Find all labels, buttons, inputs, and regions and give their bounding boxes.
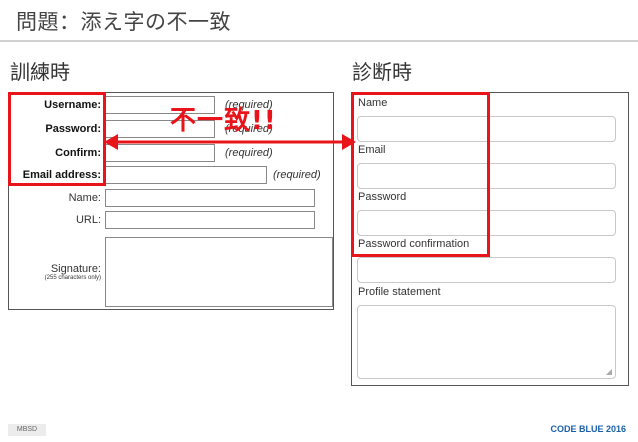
resize-grip-icon[interactable]: ◢ [606,367,612,376]
training-labels-highlight [8,92,106,186]
form-row-name: Name: [9,189,333,209]
email-address-field[interactable] [105,166,267,184]
signature-note: (255 characters only) [44,275,101,281]
footer-event-label: CODE BLUE 2016 [550,424,626,434]
signature-textarea[interactable] [105,237,333,307]
name-field[interactable] [105,189,315,207]
name-label: Name: [68,192,101,204]
training-heading: 訓練時 [10,60,70,84]
url-label: URL: [75,214,101,226]
signature-label: Signature: [50,263,101,275]
password-confirmation-input[interactable] [357,257,616,283]
footer-logo-badge: MBSD [8,424,46,436]
title-divider [0,40,638,42]
form-row-url: URL: [9,211,333,231]
diagnosis-heading: 診断時 [352,60,412,84]
slide-title: 問題：添え字の不一致 [16,10,231,34]
profile-statement-label: Profile statement [358,286,441,298]
double-arrow-icon [104,134,356,150]
diagnosis-labels-highlight [351,92,490,257]
email-required-note: (required) [273,169,321,181]
url-field[interactable] [105,211,315,229]
profile-statement-textarea[interactable]: ◢ [357,305,616,379]
signature-label-group: Signature: (255 characters only) [45,263,101,281]
